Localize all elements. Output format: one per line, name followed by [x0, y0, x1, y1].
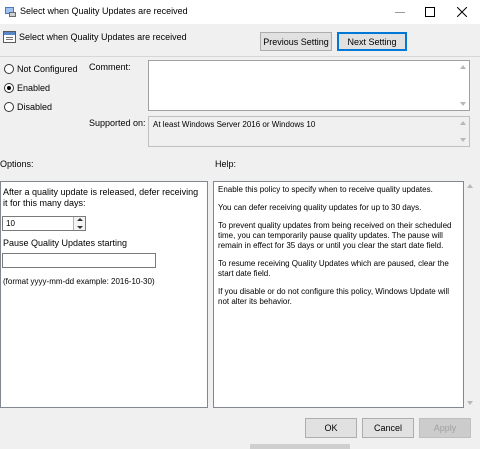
- supported-scrollbar[interactable]: [458, 118, 468, 145]
- supported-on-label: Supported on:: [89, 118, 146, 128]
- scroll-up-icon[interactable]: [467, 184, 473, 188]
- help-paragraph: You can defer receiving quality updates …: [218, 203, 422, 212]
- setting-title: Select when Quality Updates are received: [19, 32, 187, 42]
- comment-field[interactable]: [148, 60, 470, 111]
- resize-grip: [250, 444, 350, 449]
- spin-up-icon[interactable]: [77, 218, 83, 221]
- group-policy-icon: [4, 5, 17, 18]
- help-paragraph: If you disable or do not configure this …: [218, 287, 450, 306]
- defer-days-value: 10: [6, 219, 15, 228]
- radio-circle[interactable]: [4, 102, 14, 112]
- spinner-buttons[interactable]: [73, 217, 85, 230]
- scroll-up-icon[interactable]: [460, 65, 466, 69]
- defer-days-label: After a quality update is released, defe…: [3, 187, 199, 208]
- radio-label: Disabled: [17, 102, 53, 112]
- radio-enabled[interactable]: Enabled: [4, 83, 50, 93]
- previous-setting-button[interactable]: Previous Setting: [260, 32, 332, 51]
- cancel-button[interactable]: Cancel: [362, 418, 414, 438]
- ok-button[interactable]: OK: [305, 418, 357, 438]
- help-paragraph: To resume receiving Quality Updates whic…: [218, 259, 449, 278]
- scroll-down-icon[interactable]: [467, 401, 473, 405]
- help-scrollbar[interactable]: [464, 181, 476, 408]
- help-panel: Enable this policy to specify when to re…: [213, 181, 464, 408]
- options-heading: Options:: [0, 159, 34, 169]
- scroll-down-icon[interactable]: [460, 102, 466, 106]
- window-title: Select when Quality Updates are received: [20, 6, 188, 16]
- header-separator: [0, 56, 480, 57]
- help-paragraph: Enable this policy to specify when to re…: [218, 185, 433, 194]
- radio-circle-checked[interactable]: [4, 83, 14, 93]
- close-button[interactable]: [446, 0, 478, 24]
- policy-setting-icon: [3, 31, 16, 43]
- radio-disabled[interactable]: Disabled: [4, 102, 52, 112]
- supported-on-field: At least Windows Server 2016 or Windows …: [148, 116, 470, 147]
- pause-start-label: Pause Quality Updates starting: [3, 238, 128, 248]
- help-heading: Help:: [215, 159, 237, 169]
- policy-setting-window: Select when Quality Updates are received…: [0, 0, 480, 449]
- spin-down-icon[interactable]: [77, 226, 83, 229]
- minimize-button[interactable]: [384, 0, 416, 24]
- help-paragraph: To prevent quality updates from being re…: [218, 221, 452, 250]
- defer-days-spinner[interactable]: 10: [2, 216, 86, 231]
- comment-label: Comment:: [89, 62, 131, 72]
- radio-circle[interactable]: [4, 64, 14, 74]
- radio-label: Not Configured: [17, 64, 78, 74]
- comment-scrollbar[interactable]: [458, 62, 468, 109]
- supported-on-value: At least Windows Server 2016 or Windows …: [153, 120, 316, 129]
- apply-button[interactable]: Apply: [419, 418, 471, 438]
- scroll-down-icon[interactable]: [460, 138, 466, 142]
- maximize-button[interactable]: [414, 0, 446, 24]
- date-format-hint: (format yyyy-mm-dd example: 2016-10-30): [3, 277, 155, 286]
- pause-start-date-field[interactable]: [2, 253, 156, 268]
- radio-not-configured[interactable]: Not Configured: [4, 64, 78, 74]
- help-text: Enable this policy to specify when to re…: [218, 185, 454, 315]
- next-setting-button[interactable]: Next Setting: [337, 32, 407, 51]
- scroll-up-icon[interactable]: [460, 121, 466, 125]
- title-bar: Select when Quality Updates are received: [0, 0, 480, 24]
- radio-label: Enabled: [17, 83, 51, 93]
